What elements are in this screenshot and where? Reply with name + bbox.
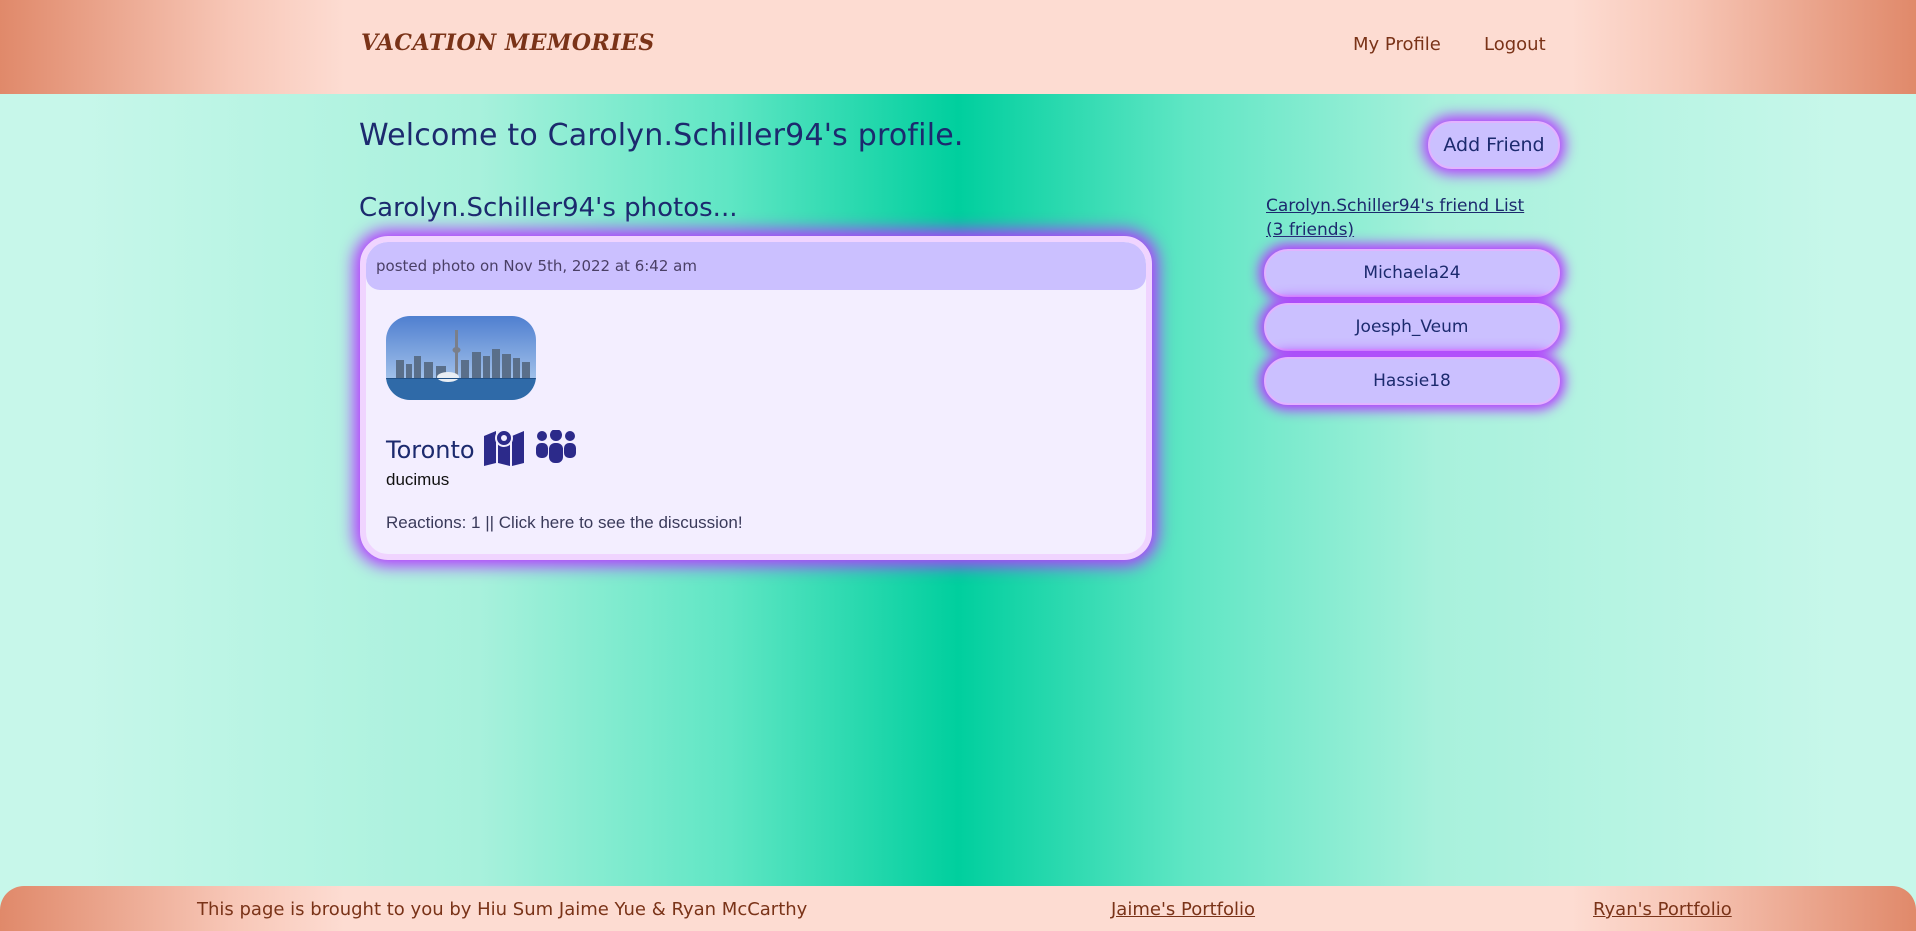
- ryan-portfolio-link[interactable]: Ryan's Portfolio: [1593, 899, 1732, 920]
- header: VACATION MEMORIES My Profile Logout: [0, 0, 1916, 94]
- jaime-portfolio-link[interactable]: Jaime's Portfolio: [1111, 899, 1255, 920]
- photo-thumbnail[interactable]: [386, 316, 536, 400]
- photo-card: posted photo on Nov 5th, 2022 at 6:42 am: [360, 236, 1152, 560]
- site-logo[interactable]: VACATION MEMORIES: [361, 30, 655, 56]
- photo-location: Toronto: [386, 428, 579, 471]
- photos-heading: Carolyn.Schiller94's photos...: [359, 193, 738, 223]
- people-group-icon[interactable]: [533, 429, 579, 469]
- footer: This page is brought to you by Hiu Sum J…: [0, 886, 1916, 931]
- add-friend-button[interactable]: Add Friend: [1428, 121, 1560, 169]
- photo-card-header: posted photo on Nov 5th, 2022 at 6:42 am: [366, 242, 1146, 290]
- friend-item[interactable]: Joesph_Veum: [1264, 303, 1560, 351]
- nav-my-profile[interactable]: My Profile: [1353, 34, 1441, 55]
- post-date: posted photo on Nov 5th, 2022 at 6:42 am: [376, 257, 697, 275]
- friend-item[interactable]: Hassie18: [1264, 357, 1560, 405]
- friend-list-title[interactable]: Carolyn.Schiller94's friend List (3 frie…: [1266, 194, 1536, 242]
- nav-logout[interactable]: Logout: [1484, 34, 1546, 55]
- welcome-heading: Welcome to Carolyn.Schiller94's profile.: [359, 118, 964, 153]
- photo-description: ducimus: [386, 470, 450, 489]
- reactions-link[interactable]: Reactions: 1 || Click here to see the di…: [386, 513, 743, 533]
- footer-credit: This page is brought to you by Hiu Sum J…: [197, 899, 808, 920]
- map-icon[interactable]: [483, 428, 525, 471]
- friend-item[interactable]: Michaela24: [1264, 249, 1560, 297]
- location-name: Toronto: [386, 435, 475, 464]
